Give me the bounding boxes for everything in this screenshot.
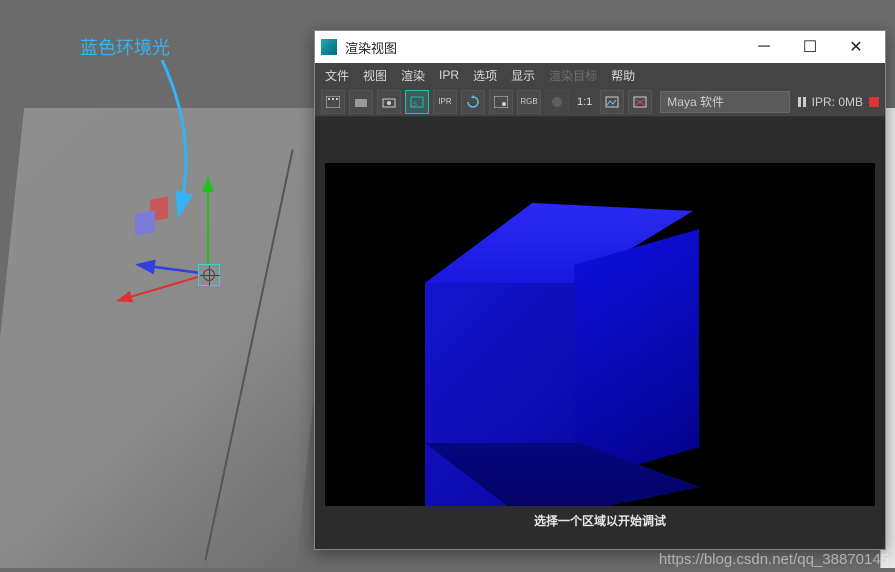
menu-file[interactable]: 文件: [325, 67, 349, 84]
toolbar: S IPR RGB 1:1 Maya 软件 IPR: 0MB: [315, 87, 885, 117]
annotation-blue-ambient-light: 蓝色环境光: [80, 34, 170, 60]
maximize-button[interactable]: ☐: [787, 32, 833, 62]
render-view-window: 渲染视图 ─ ☐ ✕ 文件 视图 渲染 IPR 选项 显示 渲染目标 帮助 S …: [314, 30, 886, 550]
ipr-stop-icon[interactable]: [869, 97, 879, 107]
snapshot-button[interactable]: [377, 90, 401, 114]
maya-logo-icon: [321, 39, 337, 55]
menu-view[interactable]: 视图: [363, 67, 387, 84]
ipr-region-button[interactable]: IPR: [433, 90, 457, 114]
render-settings-button[interactable]: [489, 90, 513, 114]
window-title: 渲染视图: [345, 38, 397, 57]
menu-options[interactable]: 选项: [473, 67, 497, 84]
renderer-selected: Maya 软件: [667, 93, 724, 110]
ipr-refresh-button[interactable]: [461, 90, 485, 114]
display-image-button[interactable]: [600, 90, 624, 114]
svg-text:S: S: [413, 102, 417, 108]
axis-arrows[interactable]: [100, 160, 260, 320]
rendered-cube-right: [574, 229, 699, 483]
render-canvas[interactable]: [325, 163, 875, 506]
axis-x-red: [120, 274, 208, 300]
menu-help[interactable]: 帮助: [611, 67, 635, 84]
render-sequence-button[interactable]: [349, 90, 373, 114]
ipr-render-button[interactable]: S: [405, 90, 429, 114]
renderer-dropdown[interactable]: Maya 软件: [660, 91, 790, 113]
viewport-gizmo[interactable]: [100, 160, 260, 320]
ipr-status: IPR: 0MB: [798, 95, 879, 109]
zoom-ratio[interactable]: 1:1: [573, 96, 596, 108]
status-hint: 选择一个区域以开始调试: [325, 506, 875, 539]
watermark: https://blog.csdn.net/qq_38870145: [659, 551, 889, 568]
render-frame-button[interactable]: [321, 90, 345, 114]
menu-render[interactable]: 渲染: [401, 67, 425, 84]
remove-image-button[interactable]: [628, 90, 652, 114]
menu-bar: 文件 视图 渲染 IPR 选项 显示 渲染目标 帮助: [315, 63, 885, 87]
alpha-channel-button[interactable]: [545, 90, 569, 114]
menu-display[interactable]: 显示: [511, 67, 535, 84]
close-button[interactable]: ✕: [833, 32, 879, 62]
ambient-light-icon[interactable]: [198, 264, 220, 286]
render-canvas-area: 选择一个区域以开始调试: [315, 117, 885, 549]
titlebar[interactable]: 渲染视图 ─ ☐ ✕: [315, 31, 885, 63]
rgb-channel-button[interactable]: RGB: [517, 90, 541, 114]
minimize-button[interactable]: ─: [741, 32, 787, 62]
menu-render-target: 渲染目标: [549, 67, 597, 84]
ipr-pause-icon[interactable]: [798, 97, 806, 107]
sun-icon: [203, 269, 215, 281]
ipr-memory-label: IPR: 0MB: [812, 95, 863, 109]
menu-ipr[interactable]: IPR: [439, 68, 459, 82]
